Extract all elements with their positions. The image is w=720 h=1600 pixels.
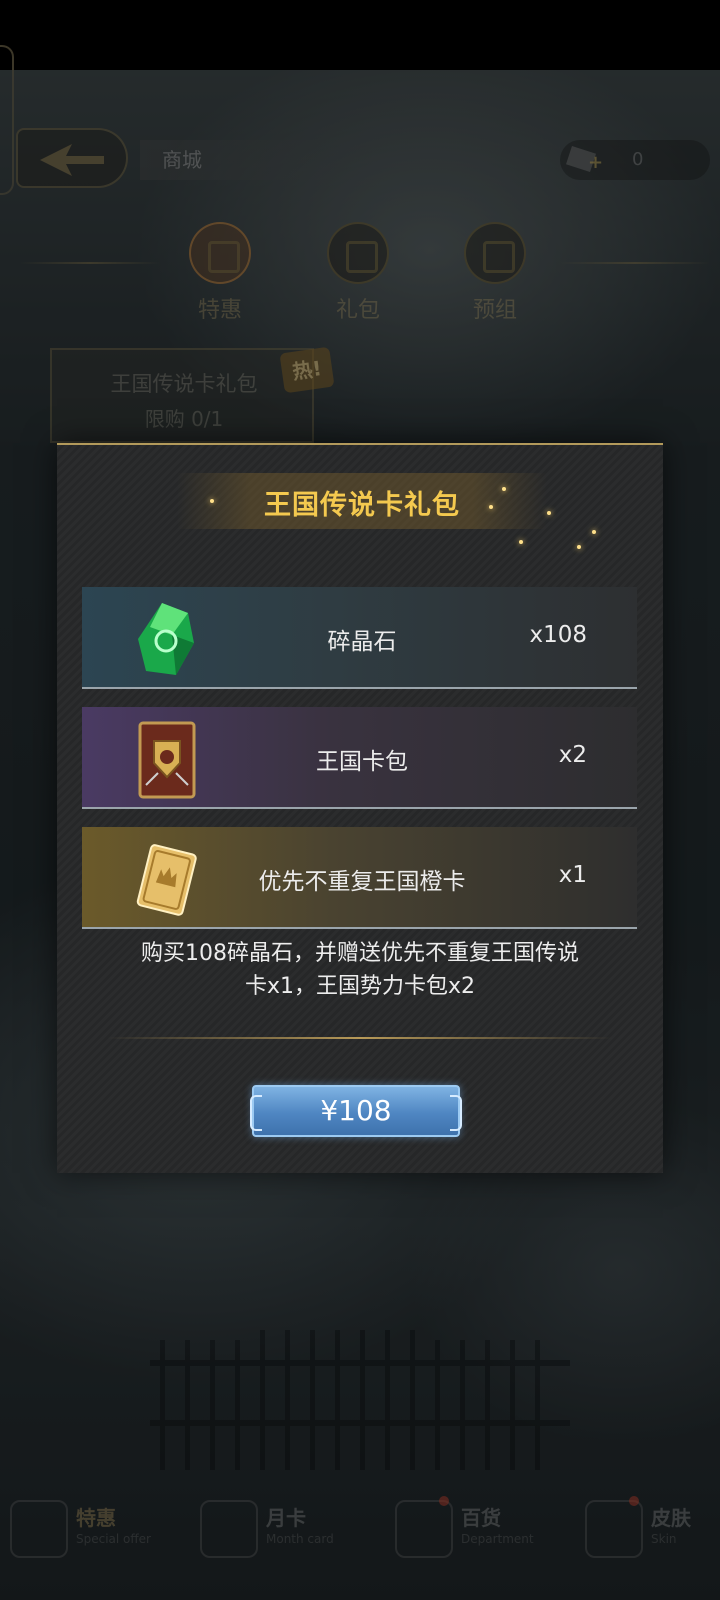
reward-row-golden-card: 优先不重复王国橙卡 x1 (82, 827, 637, 929)
reward-quantity: x2 (558, 742, 587, 768)
purchase-button[interactable]: ¥108 (250, 1085, 462, 1137)
card-pack-icon (138, 721, 196, 799)
reward-row-shards: 碎晶石 x108 (82, 587, 637, 689)
dialog-title: 王国传说卡礼包 (264, 490, 460, 521)
sparkle (592, 530, 596, 534)
description-line: 购买108碎晶石，并赠送优先不重复王国传说 (141, 941, 579, 966)
reward-row-card-pack: 王国卡包 x2 (82, 707, 637, 809)
sparkle (502, 487, 506, 491)
sparkle (577, 545, 581, 549)
description-line: 卡x1，王国势力卡包x2 (244, 974, 476, 999)
divider (107, 1037, 613, 1039)
reward-name: 优先不重复王国橙卡 (258, 869, 466, 895)
reward-name: 王国卡包 (316, 749, 408, 775)
reward-name: 碎晶石 (327, 629, 397, 655)
gift-pack-description: 购买108碎晶石，并赠送优先不重复王国传说 卡x1，王国势力卡包x2 (97, 937, 623, 1003)
sparkle (489, 505, 493, 509)
status-bar (0, 0, 720, 70)
reward-quantity: x108 (529, 622, 587, 648)
sparkle (519, 540, 523, 544)
sparkle (547, 511, 551, 515)
gift-pack-dialog: 王国传说卡礼包 碎晶石 x108 王国卡包 x2 优先不重复王国橙卡 x1 购买… (57, 443, 663, 1173)
green-crystal-icon (138, 603, 194, 675)
golden-card-icon (136, 844, 197, 916)
reward-quantity: x1 (558, 862, 587, 888)
